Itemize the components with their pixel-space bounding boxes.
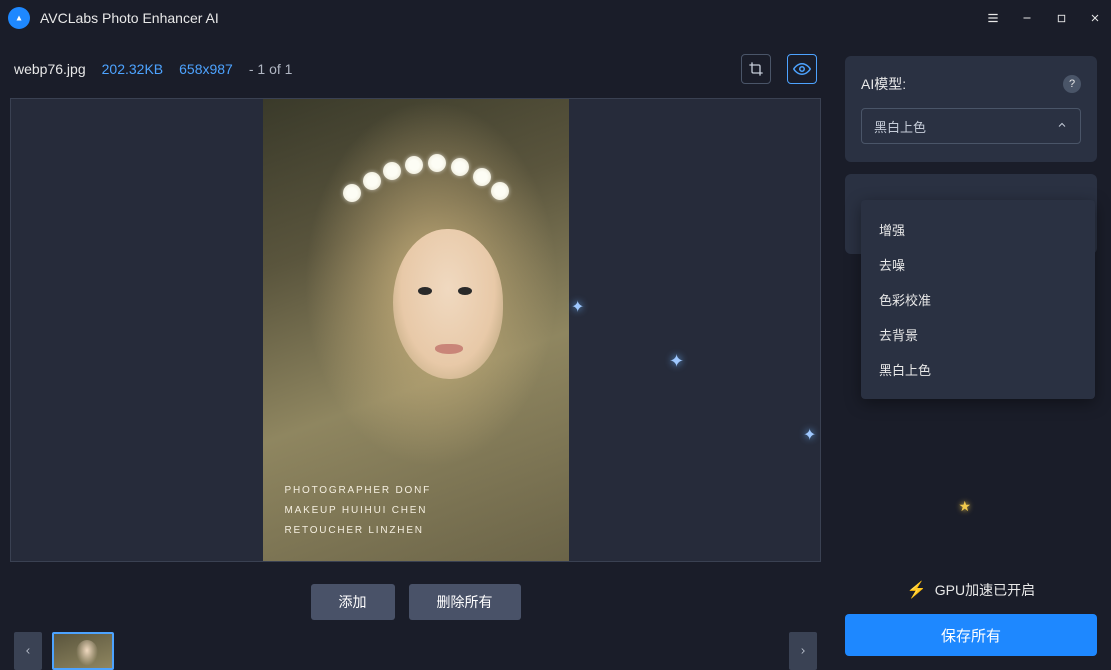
- ai-model-label: AI模型:: [861, 74, 1063, 94]
- model-option-denoise[interactable]: 去噪: [861, 247, 1095, 282]
- file-size: 202.32KB: [102, 61, 164, 77]
- credit-makeup: Makeup Huihui Chen: [285, 501, 432, 521]
- ai-model-card: AI模型: ? 黑白上色: [845, 56, 1097, 162]
- chevron-up-icon: [1056, 119, 1068, 134]
- model-option-color-calibrate[interactable]: 色彩校准: [861, 282, 1095, 317]
- minimize-button[interactable]: [1019, 10, 1035, 26]
- ai-model-select[interactable]: 黑白上色: [861, 108, 1081, 144]
- thumbnail-item[interactable]: [52, 632, 114, 670]
- app-logo: [8, 7, 30, 29]
- thumb-next-button[interactable]: [789, 632, 817, 670]
- model-option-colorize[interactable]: 黑白上色: [861, 352, 1095, 387]
- remove-all-button[interactable]: 删除所有: [409, 584, 521, 620]
- add-button[interactable]: 添加: [311, 584, 395, 620]
- sparkle-icon: ✦: [571, 297, 584, 317]
- credit-retoucher: Retoucher Linzhen: [285, 521, 432, 541]
- model-option-remove-bg[interactable]: 去背景: [861, 317, 1095, 352]
- file-counter: - 1 of 1: [249, 61, 293, 77]
- close-button[interactable]: [1087, 10, 1103, 26]
- file-info-bar: webp76.jpg 202.32KB 658x987 - 1 of 1: [10, 46, 821, 98]
- photo-content: Photographer Donf Makeup Huihui Chen Ret…: [263, 99, 569, 561]
- maximize-button[interactable]: [1053, 10, 1069, 26]
- gpu-status: GPU加速已开启: [935, 580, 1035, 600]
- model-option-enhance[interactable]: 增强: [861, 212, 1095, 247]
- credit-photographer: Photographer Donf: [285, 481, 432, 501]
- ai-model-dropdown: 增强 去噪 色彩校准 去背景 黑白上色: [861, 200, 1095, 399]
- file-dimensions: 658x987: [179, 61, 233, 77]
- app-title: AVCLabs Photo Enhancer AI: [40, 10, 985, 26]
- star-icon: ★: [958, 498, 971, 515]
- crop-button[interactable]: [741, 54, 771, 84]
- thumb-prev-button[interactable]: [14, 632, 42, 670]
- menu-icon[interactable]: [985, 10, 1001, 26]
- file-name: webp76.jpg: [14, 61, 86, 77]
- sparkle-icon: ✦: [803, 425, 816, 445]
- help-icon[interactable]: ?: [1063, 75, 1081, 93]
- sparkle-icon: ✦: [669, 351, 684, 372]
- titlebar: AVCLabs Photo Enhancer AI: [0, 0, 1111, 36]
- save-all-button[interactable]: 保存所有: [845, 614, 1097, 656]
- preview-toggle-button[interactable]: [787, 54, 817, 84]
- image-preview: Photographer Donf Makeup Huihui Chen Ret…: [10, 98, 821, 562]
- ai-model-selected: 黑白上色: [874, 117, 926, 136]
- bolt-icon: ⚡: [907, 580, 927, 600]
